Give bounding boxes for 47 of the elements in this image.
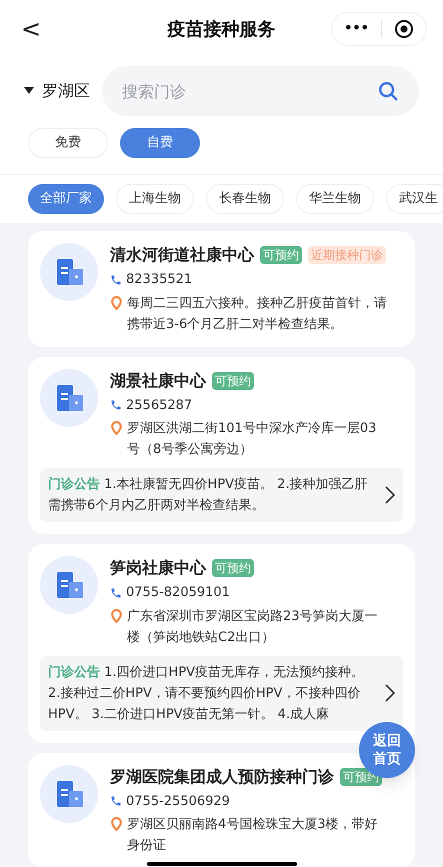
district-dropdown[interactable]: 罗湖区 (24, 79, 90, 103)
notice-text: 门诊公告 1.四价进口HPV疫苗无库存，无法预约接种。 2.接种过二价HPV，请不要预约四价HPV，不接种四价HPV。 3.二价进口HPV疫苗无第一针。 4.成人麻 (48, 664, 366, 724)
chevron-right-icon (385, 684, 395, 702)
manufacturer-chip[interactable]: 长春生物 (206, 184, 284, 214)
clinic-address: 每周二三四五六接种。接种乙肝疫苗首针，请携带近3-6个月乙肝二对半检查结果。 (127, 294, 388, 334)
clinic-address: 罗湖区贝丽南路4号国检珠宝大厦3楼，带好身份证 (127, 816, 379, 855)
status-tag: 可预约 (212, 372, 254, 390)
search-field[interactable]: 搜索门诊 (102, 66, 419, 116)
location-pin-icon (110, 608, 123, 622)
clinic-card[interactable]: 湖景社康中心 可预约 25565287 罗湖区洪湖二街101号中深水产冷库一层03号（8号季公寓旁边） 门诊公告 1.本社康暂无四价HPV疫苗。 2.接种加强乙肝需携带6个月内乙肝两对半检查结果。 (28, 356, 415, 534)
location-pin-icon (110, 817, 123, 831)
clinic-name: 笋岗社康中心 (110, 557, 206, 579)
location-pin-icon (110, 296, 123, 310)
phone-icon (110, 795, 122, 808)
dropdown-triangle-icon (24, 87, 34, 95)
clinic-card[interactable]: 清水河街道社康中心 可预约 近期接种门诊 82335521 每周二三四五六接种。接种乙肝疫苗首针，请携带近3-6个月乙肝二对半检查结果。 (28, 231, 415, 346)
phone-number: 0755-82059101 (126, 584, 230, 602)
phone-number: 0755-25506929 (126, 792, 230, 810)
manufacturer-chip[interactable]: 上海生物 (116, 184, 194, 214)
chevron-right-icon (385, 486, 395, 504)
status-tag: 可预约 (212, 559, 254, 577)
phone-icon (110, 399, 122, 412)
phone-icon (110, 274, 122, 286)
manufacturer-chip[interactable]: 全部厂家 (28, 184, 104, 214)
notice-panel[interactable]: 门诊公告 1.四价进口HPV疫苗无库存，无法预约接种。 2.接种过二价HPV，请不要预约四价HPV，不接种四价HPV。 3.二价进口HPV疫苗无第一针。 4.成人麻 (40, 656, 403, 730)
back-button[interactable]: < (16, 11, 46, 47)
record-icon[interactable] (394, 19, 414, 39)
fee-tab[interactable]: 免费 (28, 128, 108, 158)
manufacturer-chip[interactable]: 华兰生物 (296, 184, 374, 214)
manufacturer-chip[interactable]: 武汉生 (386, 184, 443, 214)
phone-icon (110, 586, 122, 599)
clinic-name: 湖景社康中心 (110, 370, 206, 392)
clinic-name: 罗湖医院集团成人预防接种门诊 (110, 766, 334, 788)
status-tag: 可预约 (260, 246, 302, 264)
page-title: 疫苗接种服务 (168, 18, 276, 42)
notice-panel[interactable]: 门诊公告 1.本社康暂无四价HPV疫苗。 2.接种加强乙肝需携带6个月内乙肝两对半检查结果。 (40, 468, 403, 522)
search-icon[interactable] (377, 80, 399, 102)
clinic-name: 清水河街道社康中心 (110, 244, 254, 266)
status-tag: 近期接种门诊 (308, 246, 386, 264)
clinic-address: 广东省深圳市罗湖区宝岗路23号笋岗大厦一楼（笋岗地铁站C2出口） (127, 608, 379, 646)
phone-number: 25565287 (126, 396, 192, 414)
phone-number: 82335521 (126, 271, 192, 289)
clinic-address: 罗湖区洪湖二街101号中深水产冷库一层03号（8号季公寓旁边） (127, 420, 378, 459)
notice-text: 门诊公告 1.本社康暂无四价HPV疫苗。 2.接种加强乙肝需携带6个月内乙肝两对半检查结果。 (48, 476, 369, 515)
location-pin-icon (110, 421, 123, 435)
fee-tab[interactable]: 自费 (120, 128, 200, 158)
more-button[interactable]: ••• (344, 19, 369, 39)
